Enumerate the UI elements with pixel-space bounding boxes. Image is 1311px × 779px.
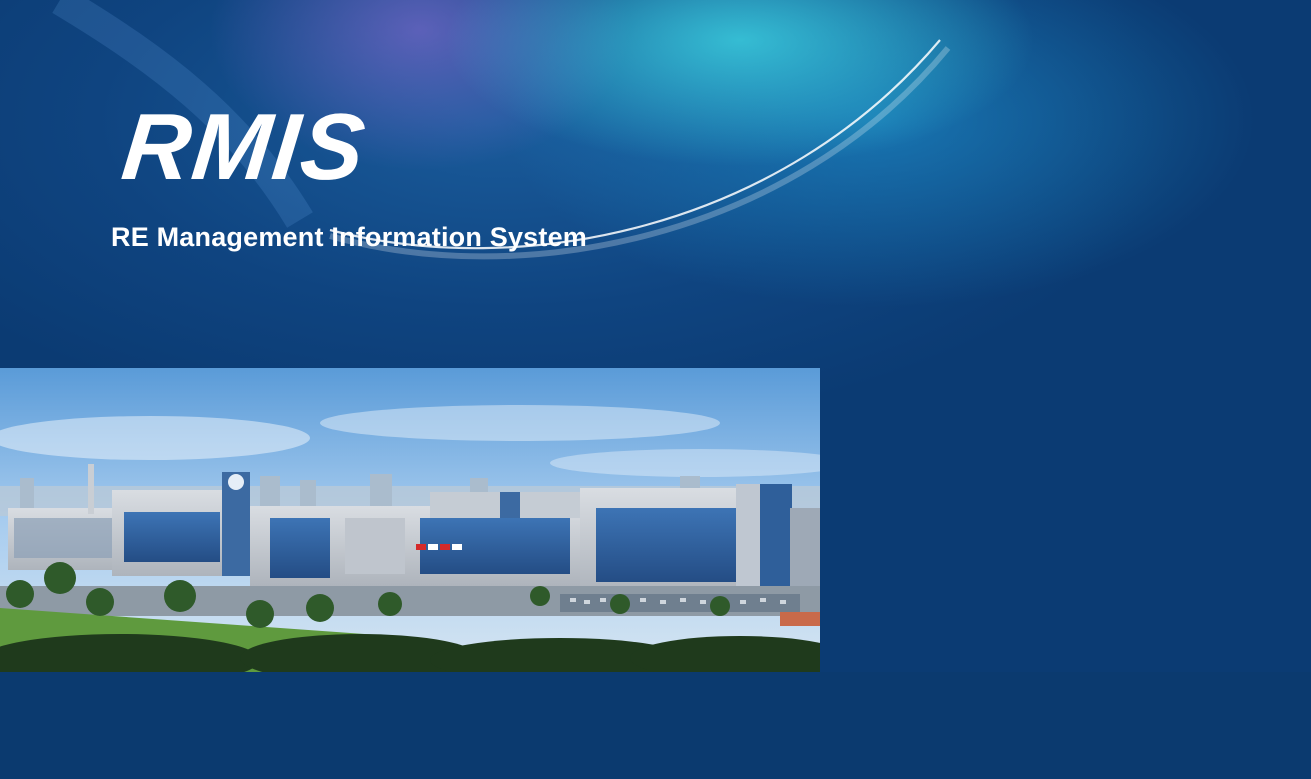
app-logo: RMIS [117,94,372,199]
campus-photo [0,368,820,672]
app-subtitle: RE Management Information System [111,222,587,252]
splash-screen: RMIS RE Management Information System [0,0,1311,779]
campus-building-icon [0,368,820,672]
bottom-band [0,672,1311,779]
